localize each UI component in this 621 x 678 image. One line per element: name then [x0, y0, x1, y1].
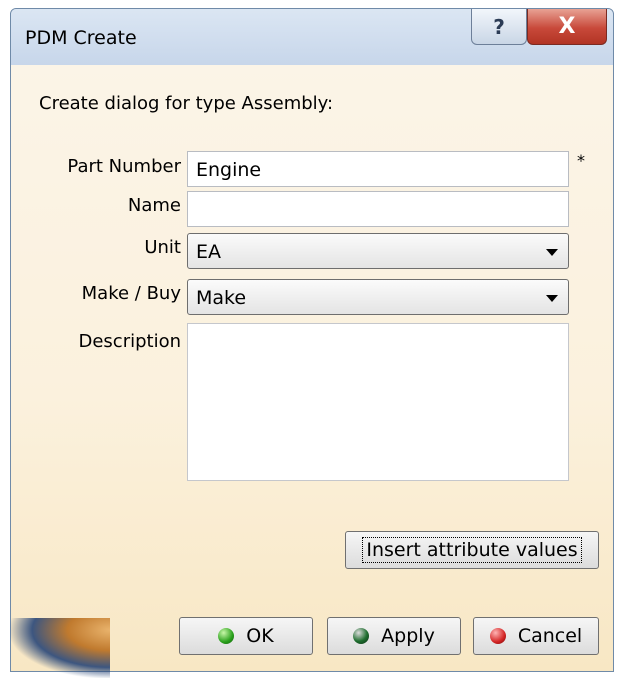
cancel-label: Cancel [517, 625, 583, 647]
description-textarea[interactable] [187, 323, 569, 481]
apply-label: Apply [381, 625, 435, 647]
help-icon: ? [493, 14, 505, 39]
ok-status-icon [218, 628, 235, 644]
catia-logo-swoosh [10, 618, 110, 678]
dialog-heading: Create dialog for type Assembly: [39, 93, 334, 114]
pdm-create-window: PDM Create ? X Create dialog for type As… [10, 8, 614, 672]
ok-button[interactable]: OK [179, 617, 313, 655]
insert-attribute-values-label: Insert attribute values [362, 537, 582, 563]
cancel-status-icon [489, 628, 506, 644]
close-icon: X [558, 14, 576, 39]
window-title: PDM Create [25, 27, 137, 49]
unit-selected-value: EA [196, 241, 222, 263]
unit-label: Unit [144, 237, 181, 258]
make-buy-label: Make / Buy [81, 283, 181, 304]
make-buy-select[interactable]: Make [187, 279, 569, 315]
name-field[interactable] [187, 191, 569, 227]
cancel-button[interactable]: Cancel [473, 617, 599, 655]
close-button[interactable]: X [527, 9, 607, 45]
part-number-label: Part Number [67, 156, 181, 177]
apply-button[interactable]: Apply [327, 617, 461, 655]
name-label: Name [127, 195, 181, 216]
ok-label: OK [246, 625, 274, 647]
apply-status-icon [353, 628, 370, 644]
chevron-down-icon[interactable] [546, 295, 558, 302]
dialog-body: Create dialog for type Assembly: Part Nu… [11, 65, 613, 671]
part-number-field[interactable]: Engine [187, 151, 569, 187]
required-marker: * [577, 151, 585, 170]
insert-attribute-values-button[interactable]: Insert attribute values [345, 531, 599, 569]
help-button[interactable]: ? [471, 9, 527, 45]
title-bar[interactable]: PDM Create ? X [11, 9, 613, 65]
chevron-down-icon[interactable] [546, 249, 558, 256]
description-label: Description [78, 331, 181, 352]
unit-select[interactable]: EA [187, 233, 569, 269]
make-buy-selected-value: Make [196, 287, 247, 309]
